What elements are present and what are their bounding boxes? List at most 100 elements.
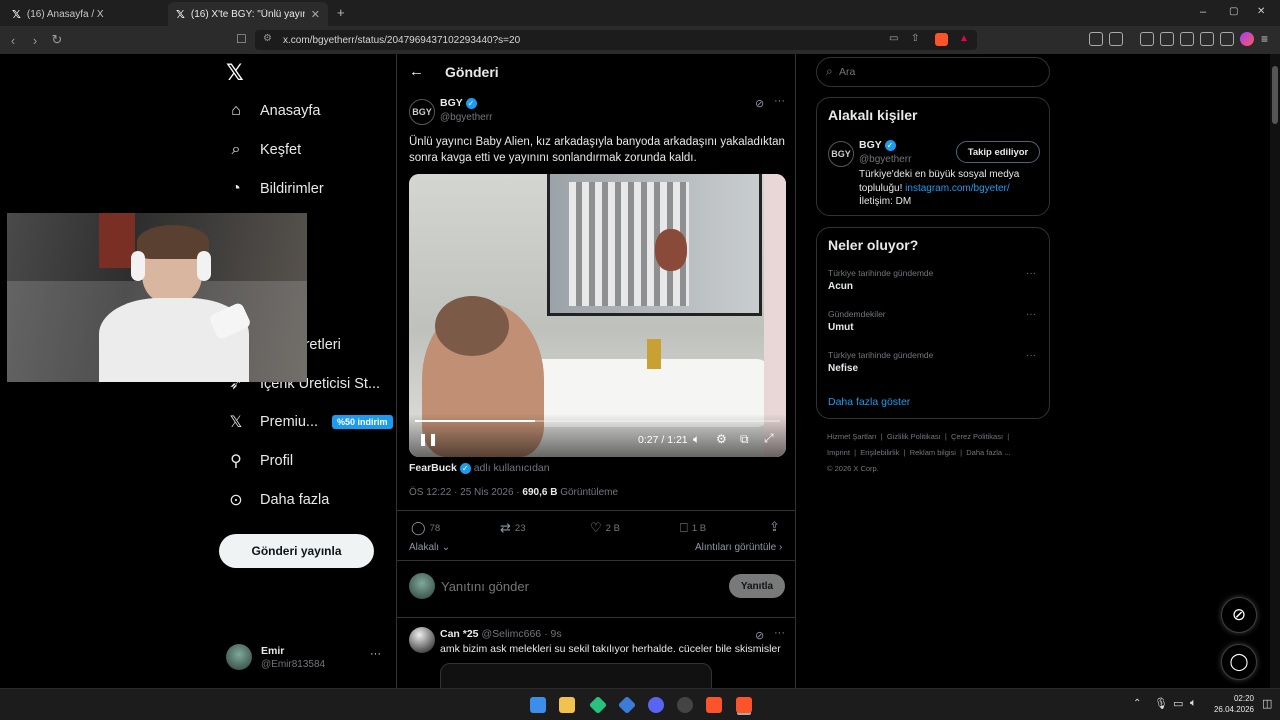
more-options-icon[interactable]: ··· [1026,268,1036,279]
sidebar-item-profile[interactable]: ⚲ Profil [226,451,293,471]
reply-author[interactable]: Can *25 [440,628,479,640]
following-button[interactable]: Takip ediliyor [956,141,1040,163]
repost-action[interactable]: ⇄ 23 [500,520,525,536]
fullscreen-icon[interactable]: ⤢ [764,431,774,446]
more-options-icon[interactable]: ··· [1026,309,1036,320]
share-icon[interactable]: ⇧ [911,33,919,44]
vscode-icon[interactable] [617,695,637,715]
reply-avatar[interactable] [409,627,435,653]
sidebar-item-more[interactable]: ⊙ Daha fazla [226,490,329,510]
view-quotes-link[interactable]: Alıntıları görüntüle › [695,542,782,553]
obs-icon[interactable] [677,697,693,713]
music-icon[interactable] [1140,32,1154,46]
sidebar-toggle-icon[interactable] [1160,32,1174,46]
tray-chevron-icon[interactable]: ⌃ [1133,698,1141,709]
trend-item[interactable]: Türkiye tarihinde gündemde Acun ··· [828,268,1040,292]
brave-active-icon[interactable] [736,697,752,713]
file-explorer-icon[interactable] [559,697,575,713]
site-settings-icon[interactable]: ⚙ [263,33,272,44]
sidebar-item-premium[interactable]: 𝕏 Premiu... %50 indirim [226,412,393,432]
grok-icon[interactable]: ⊘ [755,629,764,642]
footer-link[interactable]: Imprint [827,448,850,457]
account-switcher[interactable]: Emir @Emir813584 ··· [226,644,386,674]
close-window-button[interactable]: ✕ [1257,6,1265,17]
minimize-button[interactable]: – [1200,6,1206,18]
footer-link[interactable]: Gizlilik Politikası [887,432,941,441]
notifications-icon[interactable]: ◫ [1262,697,1272,710]
author-avatar[interactable]: BGY [409,99,435,125]
sidebar-item-notifications[interactable]: ◔ Bildirimler [226,179,324,199]
tab-post[interactable]: 𝕏 (16) X'te BGY: "Ünlü yayıncı B... ✕ [168,2,328,26]
forward-arrow-icon[interactable]: › [24,33,46,48]
messages-fab-button[interactable]: ◯ [1221,644,1257,680]
app-icon[interactable] [588,695,608,715]
scrollbar-thumb[interactable] [1272,66,1278,124]
settings-gear-icon[interactable]: ⚙ [716,432,727,446]
back-arrow-icon[interactable]: ‹ [2,33,24,48]
sidebar-item-home[interactable]: ⌂ Anasayfa [226,101,320,121]
person-handle[interactable]: @bgyetherr [859,154,911,165]
translate-icon[interactable] [1109,32,1123,46]
menu-icon[interactable]: ≡ [1261,32,1268,46]
microphone-icon[interactable]: 🎙︎ [1154,697,1168,710]
brave-shields-icon[interactable] [935,33,948,46]
share-icon[interactable]: ⇪ [769,519,780,535]
trend-item[interactable]: Gündemdekiler Umut ··· [828,309,1040,333]
grok-fab-button[interactable]: ⊘ [1221,597,1257,633]
reply-action[interactable]: ◯ 78 [411,520,440,536]
picture-in-picture-icon[interactable]: ⧉ [740,432,749,447]
network-icon[interactable]: ▭ [1173,697,1183,710]
post-timestamp[interactable]: ÖS 12:22 · 25 Nis 2026 · [409,487,520,498]
reply-handle[interactable]: @Selimc666 [481,628,541,640]
clock[interactable]: 02:20 26.04.2026 [1210,693,1254,715]
x-logo-icon[interactable]: 𝕏 [226,60,244,86]
address-bar[interactable]: ⚙ x.com/bgyetherr/status/204796943710229… [255,30,977,50]
source-user[interactable]: FearBuck [409,462,457,474]
footer-link[interactable]: Hizmet Şartları [827,432,877,441]
more-options-icon[interactable]: ··· [774,95,785,107]
search-input[interactable] [839,64,1039,80]
volume-icon[interactable]: 🔈︎ [693,432,700,447]
reply-button[interactable]: Yanıtla [729,574,785,598]
tab-home[interactable]: 𝕏 (16) Anasayfa / X [4,2,164,26]
vpn-icon[interactable] [1220,32,1234,46]
author-name-row[interactable]: BGY ✓ [440,97,477,109]
extensions-icon[interactable] [1089,32,1103,46]
reply-input[interactable] [441,576,701,596]
sort-replies-button[interactable]: Alakalı ⌄ [409,542,450,553]
wallet-icon[interactable] [1180,32,1194,46]
volume-icon[interactable]: 🔈︎ [1190,697,1197,710]
post-button[interactable]: Gönderi yayınla [219,534,374,568]
bookmark-action[interactable]: ⎕ 1 B [680,520,706,536]
show-more-link[interactable]: Daha fazla göster [828,396,910,408]
leo-icon[interactable] [1200,32,1214,46]
profile-icon[interactable] [1240,32,1254,46]
footer-link[interactable]: Çerez Politikası [951,432,1003,441]
windows-start-icon[interactable] [530,697,546,713]
back-button[interactable]: ← [409,63,424,80]
more-options-icon[interactable]: ··· [774,627,785,639]
account-menu-icon[interactable]: ··· [370,648,381,660]
footer-link[interactable]: Erişilebilirlik [860,448,899,457]
video-progress-track[interactable] [415,420,780,422]
more-options-icon[interactable]: ··· [1026,350,1036,361]
reply-media[interactable] [440,663,712,688]
bio-link[interactable]: instagram.com/bgyeter/ [905,183,1010,194]
sidebar-item-explore[interactable]: ⌕ Keşfet [226,140,302,160]
new-tab-button[interactable]: + [337,5,345,20]
maximize-button[interactable]: ▢ [1229,6,1238,17]
like-action[interactable]: ♡ 2 B [590,520,620,536]
bookmark-page-icon[interactable]: ☐ [236,32,247,46]
pause-icon[interactable]: ❚❚ [418,432,438,446]
trend-item[interactable]: Türkiye tarihinde gündemde Nefise ··· [828,350,1040,374]
person-name-row[interactable]: BGY ✓ [859,139,896,151]
footer-link[interactable]: Reklam bilgisi [910,448,956,457]
cast-icon[interactable]: ▭ [889,33,898,44]
search-box[interactable]: ⌕ [816,57,1050,87]
author-handle[interactable]: @bgyetherr [440,112,492,123]
brave-rewards-icon[interactable]: ▲ [959,33,969,44]
discord-icon[interactable] [648,697,664,713]
page-scrollbar[interactable] [1270,54,1280,688]
grok-icon[interactable]: ⊘ [755,97,764,110]
brave-icon[interactable] [706,697,722,713]
